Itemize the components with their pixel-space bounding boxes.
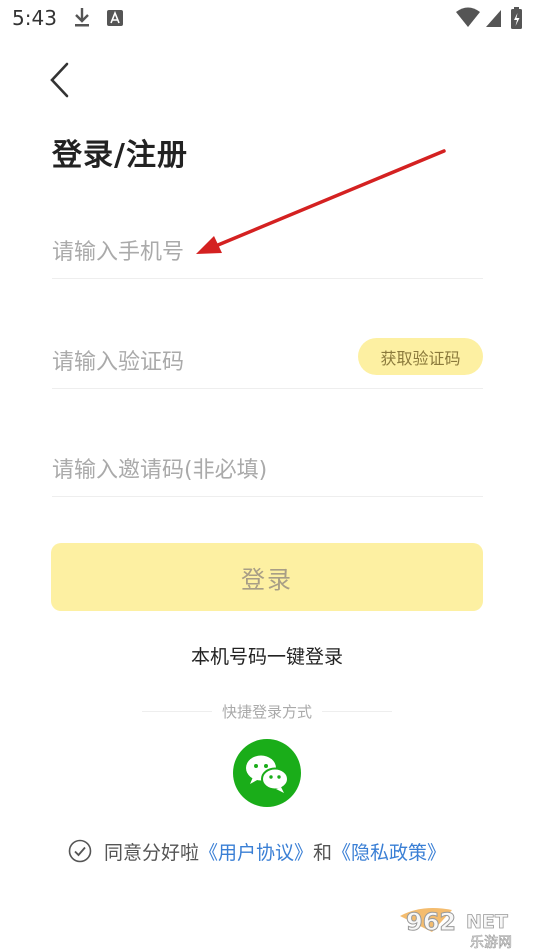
watermark-suffix: NET [466,911,508,933]
chevron-left-icon [50,62,69,98]
wechat-icon [246,755,289,793]
watermark-subtitle: 乐游网 [470,935,512,951]
watermark-brand: 962 [406,908,456,936]
login-button[interactable]: 登录 [51,543,483,611]
user-agreement-link[interactable]: 《用户协议》 [199,838,313,865]
download-icon [75,8,89,27]
one-key-login-link[interactable]: 本机号码一键登录 [0,642,534,669]
status-bar: 5:43 [0,0,534,38]
privacy-policy-link[interactable]: 《隐私政策》 [332,838,446,865]
status-time: 5:43 [12,6,57,30]
agreement-row: 同意分好啦 《用户协议》 和 《隐私政策》 [68,836,446,866]
agree-checkbox[interactable] [68,839,92,863]
phone-input[interactable] [52,228,483,276]
code-input[interactable] [52,338,352,386]
page-title: 登录/注册 [52,138,188,173]
site-watermark-logo: 962 NET 乐游网 [400,908,512,951]
agreement-and: 和 [313,841,333,864]
text-a-icon [107,10,123,26]
wechat-login-button[interactable] [233,739,301,807]
invite-code-input[interactable] [52,446,483,494]
phone-field [52,228,483,279]
get-code-button[interactable]: 获取验证码 [358,338,483,375]
back-button[interactable] [42,58,82,102]
quick-login-label: 快捷登录方式 [0,701,534,722]
signal-icon [486,10,501,27]
wifi-icon [456,7,480,27]
agreement-text: 同意分好啦 [104,841,200,864]
battery-icon [511,7,522,29]
invite-field [52,446,483,497]
